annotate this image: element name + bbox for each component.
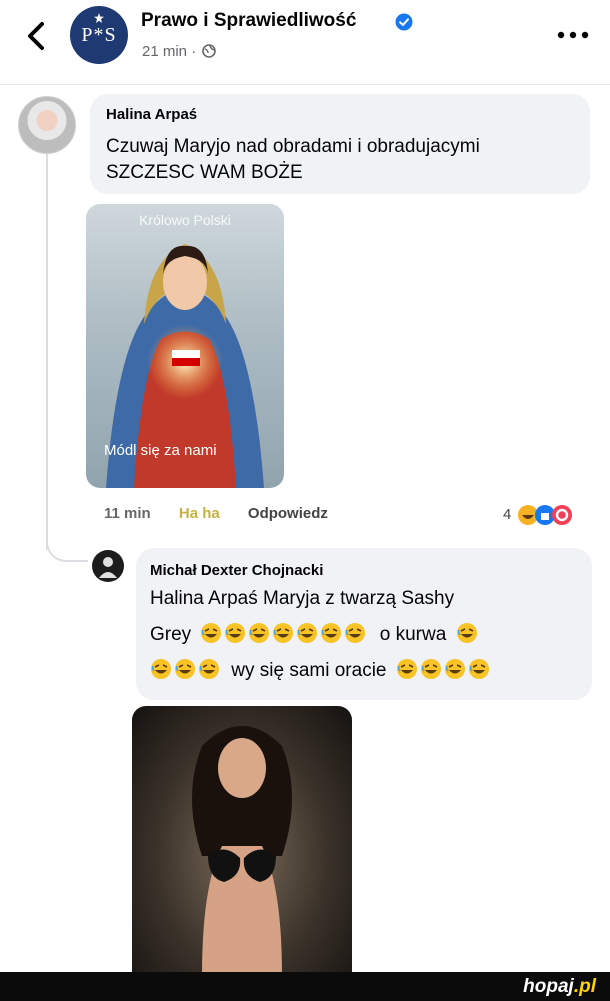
- post-meta: 21 min ·: [142, 43, 217, 60]
- rolling-laughing-emoji-icon: [249, 623, 270, 643]
- rolling-laughing-emoji-icon: [297, 623, 318, 643]
- rolling-laughing-emoji-icon: [199, 659, 219, 679]
- rolling-laughing-emoji-icon: [273, 623, 294, 643]
- comment-text-line: SZCZESC WAM BOŻE: [106, 162, 303, 183]
- emoji-group: [456, 623, 480, 645]
- reply-text: Grey: [150, 624, 192, 645]
- comment-text: Czuwaj Maryjo nad obradami i obradujacym…: [106, 134, 586, 186]
- replier-avatar[interactable]: [92, 550, 124, 582]
- comment-image[interactable]: Królowo Polski Módl się za nami: [86, 204, 284, 488]
- rolling-laughing-emoji-icon: [321, 623, 342, 643]
- reply-text-line: Halina Arpaś Maryja z twarzą Sashy: [150, 588, 455, 609]
- person-icon: [99, 557, 117, 578]
- star-icon: [94, 13, 104, 23]
- rolling-laughing-emoji-icon: [201, 623, 222, 643]
- reply-text: wy się sami oracie: [231, 660, 387, 681]
- reaction-icons: [518, 505, 572, 525]
- comment-bubble: Halina Arpaś Czuwaj Maryjo nad obradami …: [90, 94, 590, 194]
- reply-image[interactable]: [132, 706, 352, 976]
- rolling-laughing-emoji-icon: [420, 659, 441, 679]
- rolling-laughing-emoji-icon: [151, 659, 171, 679]
- reaction-count: 4: [503, 506, 512, 523]
- reply-text-line: Grey o kurwa: [150, 622, 480, 646]
- comment-actions: 11 min Ha ha Odpowiedz: [104, 505, 352, 522]
- meta-separator: ·: [191, 43, 197, 60]
- post-header: P*S Prawo i Sprawiedliwość 21 min ·: [0, 0, 610, 85]
- reply-author[interactable]: Michał Dexter Chojnacki: [150, 562, 323, 579]
- rolling-laughing-emoji-icon: [225, 623, 246, 643]
- rolling-laughing-emoji-icon: [345, 623, 366, 643]
- rolling-laughing-emoji-icon: [175, 659, 195, 679]
- emoji-group: [150, 659, 222, 681]
- reply-text-line: wy się sami oracie: [150, 658, 492, 682]
- reply-link[interactable]: Odpowiedz: [248, 505, 328, 522]
- comment-author[interactable]: Halina Arpaś: [106, 106, 197, 123]
- rolling-laughing-emoji-icon: [468, 659, 489, 679]
- page-name[interactable]: Prawo i Sprawiedliwość: [141, 10, 356, 32]
- globe-icon: [202, 44, 217, 58]
- rolling-laughing-emoji-icon: [444, 659, 465, 679]
- page-logo-text: P*S: [81, 24, 117, 46]
- emoji-group: [200, 623, 368, 645]
- photo-illustration: [192, 726, 292, 976]
- thread-line: [46, 150, 48, 550]
- comment-time: 11 min: [104, 505, 151, 522]
- brand-watermark: hopaj.pl: [523, 976, 596, 998]
- reply-text: o kurwa: [379, 624, 447, 645]
- rolling-laughing-emoji-icon: [396, 659, 417, 679]
- brand-tld: .pl: [573, 976, 596, 997]
- thread-connector: [46, 520, 88, 562]
- brand-main: hopaj: [523, 976, 574, 997]
- more-options-icon[interactable]: [556, 30, 590, 40]
- rolling-laughing-emoji-icon: [456, 623, 477, 643]
- page-avatar[interactable]: P*S: [70, 6, 128, 64]
- post-time: 21 min: [142, 43, 188, 60]
- reply-bubble: Michał Dexter Chojnacki Halina Arpaś Mar…: [136, 548, 592, 700]
- emoji-group: [396, 659, 492, 681]
- watermark-bar: hopaj.pl: [0, 972, 610, 1001]
- back-arrow-icon[interactable]: [22, 18, 52, 54]
- love-icon: [552, 505, 572, 525]
- comment-text-line: Czuwaj Maryjo nad obradami i obradujacym…: [106, 136, 480, 157]
- verified-badge-icon: [395, 13, 413, 31]
- image-caption-bottom: Módl się za nami: [104, 442, 217, 459]
- image-caption-top: Królowo Polski: [139, 212, 231, 228]
- commenter-avatar[interactable]: [18, 96, 76, 154]
- haha-reaction-link[interactable]: Ha ha: [179, 505, 220, 522]
